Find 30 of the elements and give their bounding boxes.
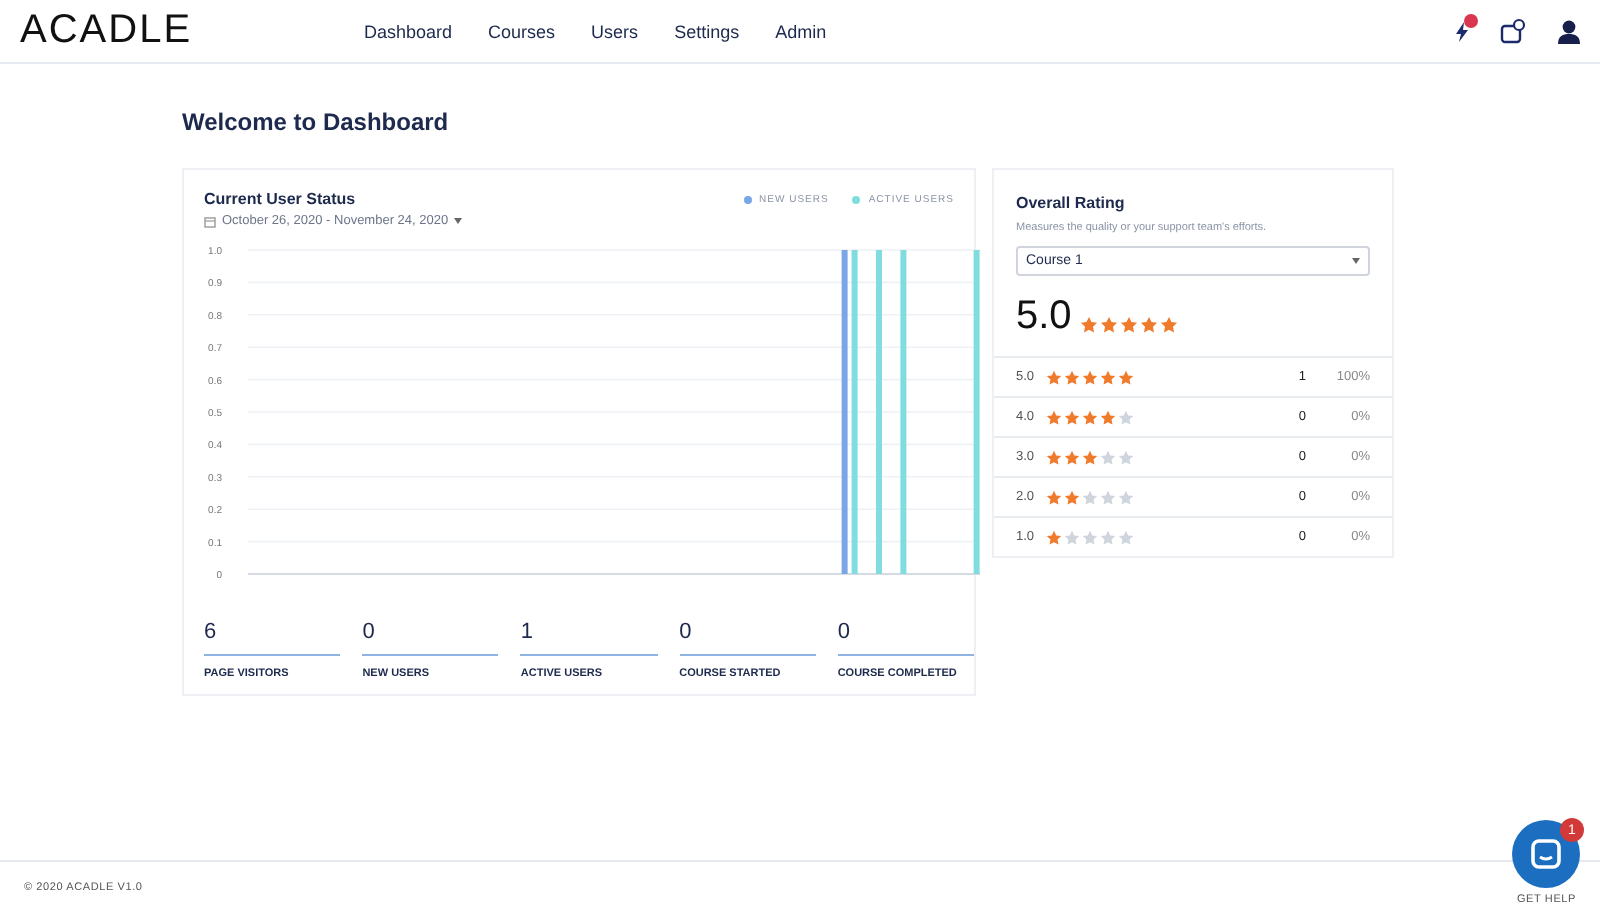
user-icon[interactable]: [1558, 19, 1580, 43]
star-icon: [1119, 316, 1138, 334]
star-icon: [1079, 316, 1098, 334]
legend-dot: [852, 195, 861, 203]
stat-value: 6: [204, 620, 341, 656]
logo[interactable]: ACADLE: [20, 8, 364, 54]
chat-button[interactable]: [1512, 820, 1580, 888]
bag-icon[interactable]: [1500, 18, 1526, 44]
rating-score: 5.0: [1016, 294, 1072, 340]
nav-link[interactable]: Admin: [775, 21, 827, 41]
nav-link[interactable]: Users: [591, 21, 639, 41]
stat-value: 0: [837, 620, 975, 656]
star-icon: [1159, 316, 1178, 334]
stat-value: 1: [520, 620, 658, 656]
card-title: Current User Status: [204, 190, 356, 208]
star-icon: [1139, 316, 1158, 334]
legend-dot: [743, 195, 752, 203]
calendar-icon: [204, 215, 216, 227]
chat-icon: [1530, 838, 1562, 870]
card-title: Overall Rating: [1016, 194, 1127, 212]
page-title: Welcome to Dashboard: [182, 108, 451, 136]
nav-link[interactable]: Settings: [674, 21, 740, 41]
nav-link[interactable]: Dashboard: [364, 21, 453, 41]
star-icon: [1099, 316, 1118, 334]
nav-link[interactable]: Courses: [488, 21, 556, 41]
caret-icon[interactable]: [454, 218, 463, 224]
caret-icon: [1352, 258, 1360, 264]
stat-value: 0: [679, 620, 816, 656]
lightning-icon[interactable]: [1456, 21, 1468, 41]
stat-value: 0: [362, 620, 499, 656]
